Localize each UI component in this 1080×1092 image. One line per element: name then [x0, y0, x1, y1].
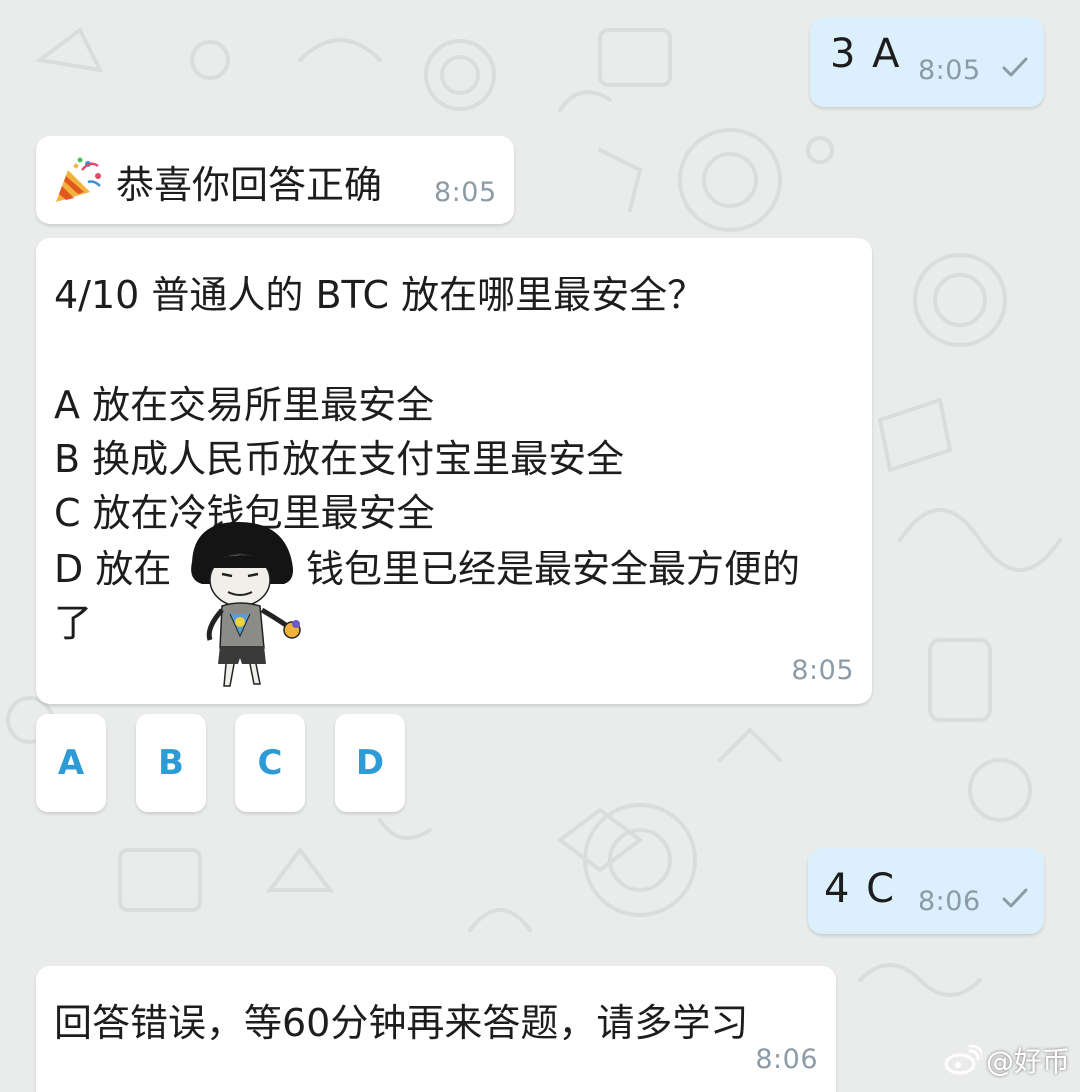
quiz-question-message[interactable]: 4/10 普通人的 BTC 放在哪里最安全？ A 放在交易所里最安全 B 换成人…	[36, 238, 872, 704]
message-text: 4 C	[824, 866, 897, 912]
meme-sticker-icon	[191, 522, 301, 687]
message-time: 8:05	[918, 55, 981, 86]
question-title: 4/10 普通人的 BTC 放在哪里最安全？	[54, 273, 706, 317]
answer-button-c[interactable]: C	[235, 714, 305, 812]
outgoing-message[interactable]: 3 A 8:05	[810, 17, 1044, 107]
message-text: 回答错误，等60分钟再来答题，请多学习	[54, 1001, 749, 1045]
option-d-text: D 放在	[54, 547, 172, 591]
message-time: 8:05	[434, 177, 497, 208]
weibo-icon	[944, 1045, 982, 1075]
message-time: 8:06	[918, 886, 981, 917]
outgoing-message[interactable]: 4 C 8:06	[808, 848, 1044, 934]
option-b-text: B 换成人民币放在支付宝里最安全	[54, 437, 625, 481]
incoming-message[interactable]: 恭喜你回答正确 8:05	[36, 136, 514, 224]
party-popper-icon	[56, 157, 101, 202]
message-text: 3 A	[830, 31, 902, 77]
answer-button-a[interactable]: A	[36, 714, 106, 812]
watermark-text: @好币	[986, 1045, 1071, 1078]
watermark: @好币	[944, 1040, 1070, 1080]
message-text: 恭喜你回答正确	[116, 163, 383, 207]
option-d-text-continued: 钱包里已经是最安全最方便的	[306, 547, 801, 591]
answer-button-b[interactable]: B	[136, 714, 206, 812]
check-icon	[1002, 57, 1028, 77]
message-time: 8:05	[791, 655, 854, 686]
answer-button-d[interactable]: D	[335, 714, 405, 812]
option-d-text-end: 了	[54, 601, 93, 645]
incoming-message[interactable]: 回答错误，等60分钟再来答题，请多学习 8:06	[36, 966, 836, 1092]
message-time: 8:06	[755, 1044, 818, 1075]
check-icon	[1002, 888, 1028, 908]
option-a-text: A 放在交易所里最安全	[54, 383, 435, 427]
